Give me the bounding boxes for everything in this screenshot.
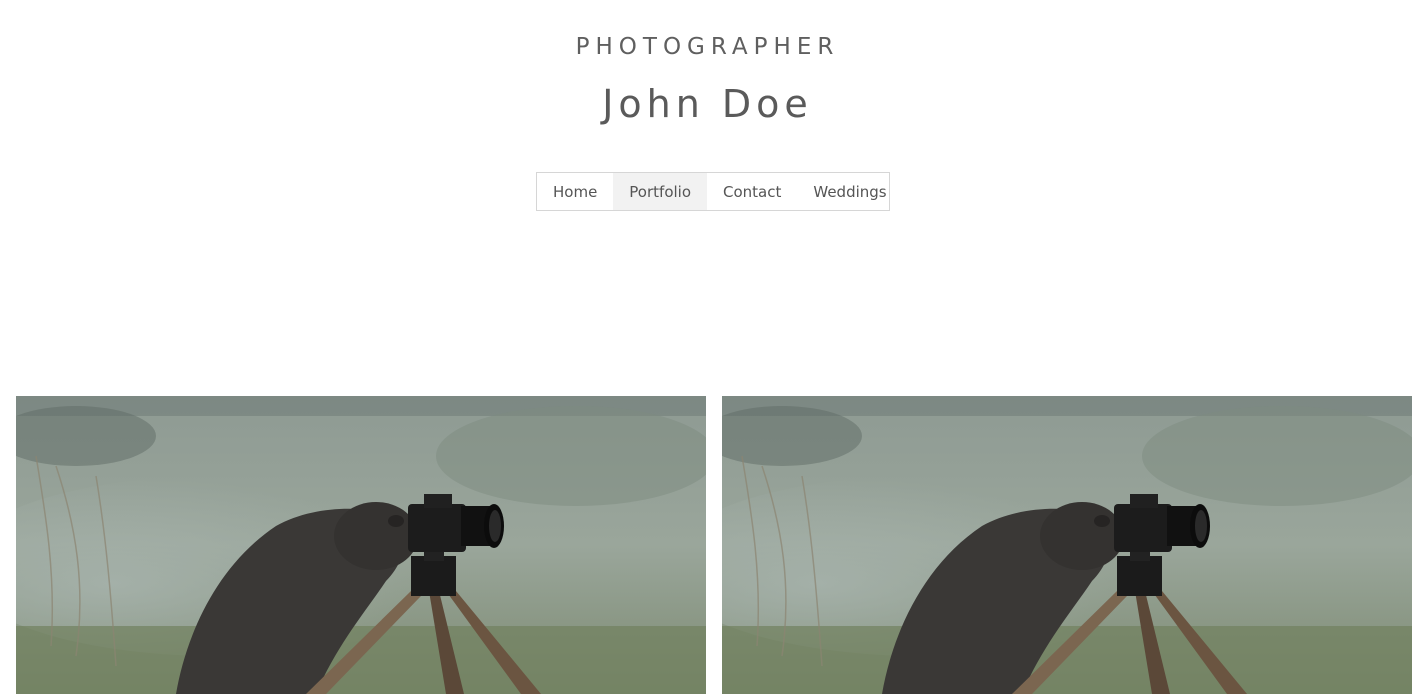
gallery-photo-2[interactable]	[722, 396, 1412, 694]
nav-item-home[interactable]: Home	[537, 173, 613, 210]
site-title: John Doe	[602, 82, 813, 126]
site-subtitle: PHOTOGRAPHER	[575, 34, 840, 60]
beaver-photo-image	[16, 396, 706, 694]
main-nav: Home Portfolio Contact Weddings	[536, 172, 890, 211]
nav-item-portfolio[interactable]: Portfolio	[613, 173, 708, 210]
beaver-photo-image	[722, 396, 1412, 694]
gallery-photo-1[interactable]	[16, 396, 706, 694]
nav-item-contact[interactable]: Contact	[707, 173, 797, 210]
nav-item-weddings[interactable]: Weddings	[797, 173, 902, 210]
